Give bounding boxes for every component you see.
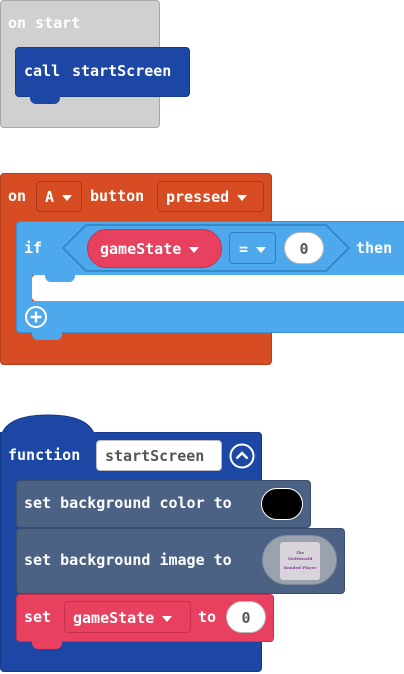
operator-dropdown[interactable]: = (229, 232, 276, 264)
function-name-value: startScreen (105, 447, 205, 465)
variable-name: gameState (100, 240, 182, 258)
call-block-tab (30, 96, 60, 104)
then-label: then (356, 239, 393, 257)
set-value-input[interactable]: 0 (226, 601, 266, 633)
compare-value: 0 (299, 240, 309, 258)
if-block-spine (16, 274, 32, 304)
call-label: call (24, 62, 61, 80)
set-bg-color-label: set background color to (24, 494, 232, 512)
chevron-down-icon (256, 246, 267, 253)
event-dropdown[interactable]: pressed (157, 181, 264, 212)
set-label: set (24, 608, 52, 626)
if-slot-notch (45, 275, 75, 282)
function-keyword: function (8, 446, 81, 464)
background-image-picker[interactable]: The Multiworld Bonded Player (262, 535, 337, 585)
to-label: to (198, 608, 217, 626)
set-variable-name: gameState (73, 609, 155, 627)
chevron-down-icon (237, 194, 248, 201)
compare-number-input[interactable]: 0 (284, 232, 324, 264)
set-variable-tab (32, 641, 62, 649)
on-label: on (8, 187, 27, 205)
chevron-down-icon (162, 615, 173, 622)
collapse-chevron-up-icon[interactable] (229, 443, 255, 469)
call-target: startScreen (72, 62, 172, 80)
background-color-swatch[interactable] (261, 488, 303, 520)
if-block-tab (32, 332, 62, 340)
button-name-dropdown[interactable]: A (36, 181, 82, 212)
background-image-thumbnail: The Multiworld Bonded Player (280, 542, 320, 580)
event-value: pressed (166, 188, 230, 206)
if-block-bottom[interactable] (16, 301, 404, 333)
gamestate-variable-pill[interactable]: gameState (87, 229, 222, 268)
on-start-label: on start (8, 14, 81, 32)
if-empty-slot[interactable] (32, 275, 404, 301)
operator-value: = (239, 240, 249, 258)
function-name-input[interactable]: startScreen (96, 440, 222, 471)
add-else-button[interactable] (24, 305, 48, 329)
chevron-down-icon (62, 194, 73, 201)
chevron-down-icon (189, 246, 200, 253)
button-name-value: A (45, 188, 55, 206)
button-word-label: button (90, 187, 145, 205)
if-label: if (24, 239, 43, 257)
set-bg-image-label: set background image to (24, 551, 232, 569)
set-variable-dropdown[interactable]: gameState (64, 601, 191, 633)
set-value: 0 (241, 609, 251, 627)
